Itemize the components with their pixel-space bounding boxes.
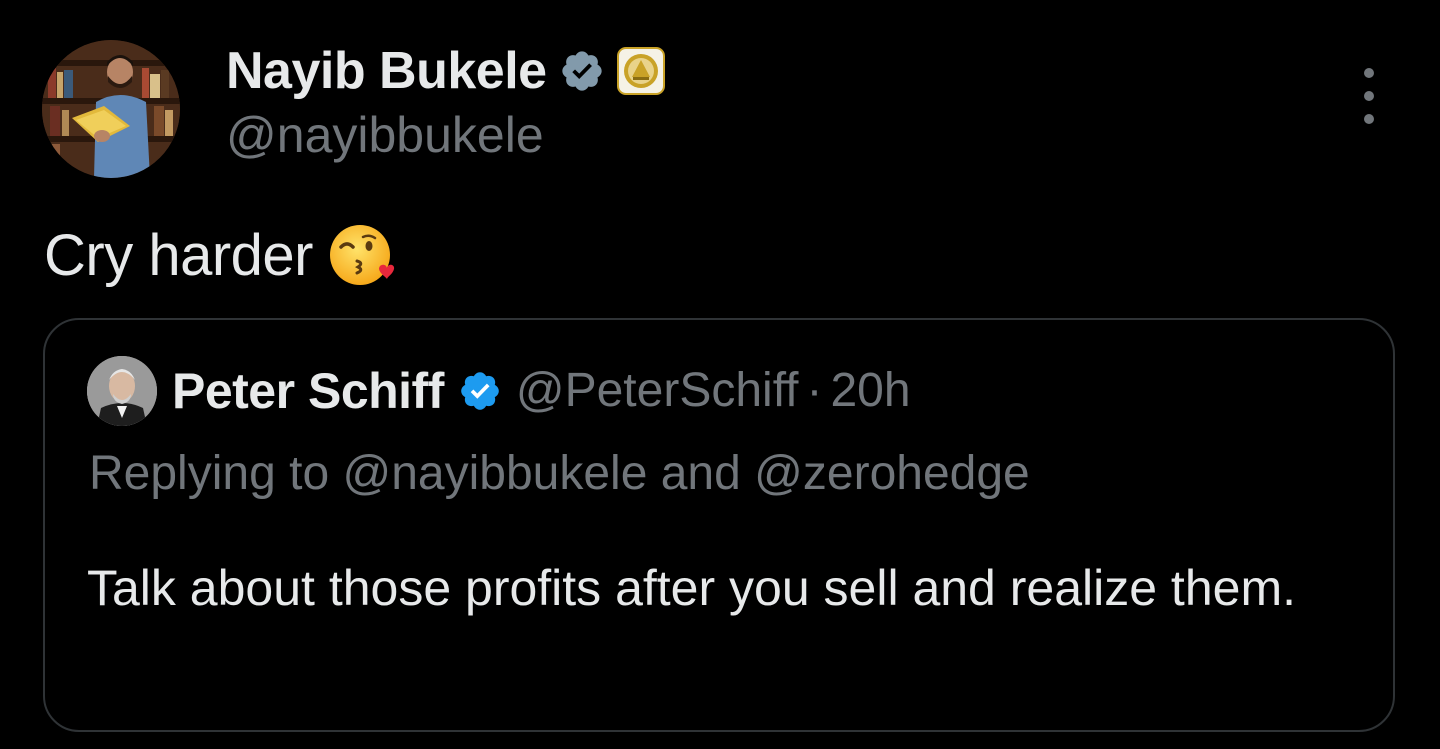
tweet: Nayib Bukele @nayibbukele Cry harder Pet… [0, 0, 1440, 749]
author-display-name[interactable]: Nayib Bukele [226, 45, 547, 97]
quoted-author-avatar[interactable] [87, 356, 157, 426]
kissing-face-emoji-icon [327, 219, 397, 294]
gray-verified-check-icon[interactable] [559, 48, 605, 94]
author-name-row: Nayib Bukele [226, 40, 665, 102]
dot-separator: · [806, 364, 823, 417]
quoted-author-display-name[interactable]: Peter Schiff [172, 366, 444, 416]
author-avatar[interactable] [42, 40, 180, 178]
replying-to-line: Replying to @nayibbukele and @zerohedge [89, 447, 1030, 500]
quoted-tweet-card[interactable]: Peter Schiff @PeterSchiff · 20h Replying… [43, 318, 1395, 732]
more-dot [1364, 114, 1374, 124]
tweet-text: Cry harder [44, 218, 397, 294]
quoted-author-row: Peter Schiff @PeterSchiff · 20h [172, 360, 911, 422]
more-dot [1364, 68, 1374, 78]
more-dot [1364, 91, 1374, 101]
tweet-text-content: Cry harder [44, 223, 313, 288]
author-handle[interactable]: @nayibbukele [226, 110, 544, 160]
government-seal-icon[interactable] [616, 47, 665, 95]
quoted-author-handle[interactable]: @PeterSchiff [516, 367, 799, 415]
quoted-tweet-timestamp[interactable]: 20h [830, 367, 910, 415]
quoted-tweet-text: Talk about those profits after you sell … [87, 560, 1296, 616]
more-vertical-icon[interactable] [1346, 68, 1392, 124]
blue-verified-check-icon[interactable] [458, 369, 502, 413]
